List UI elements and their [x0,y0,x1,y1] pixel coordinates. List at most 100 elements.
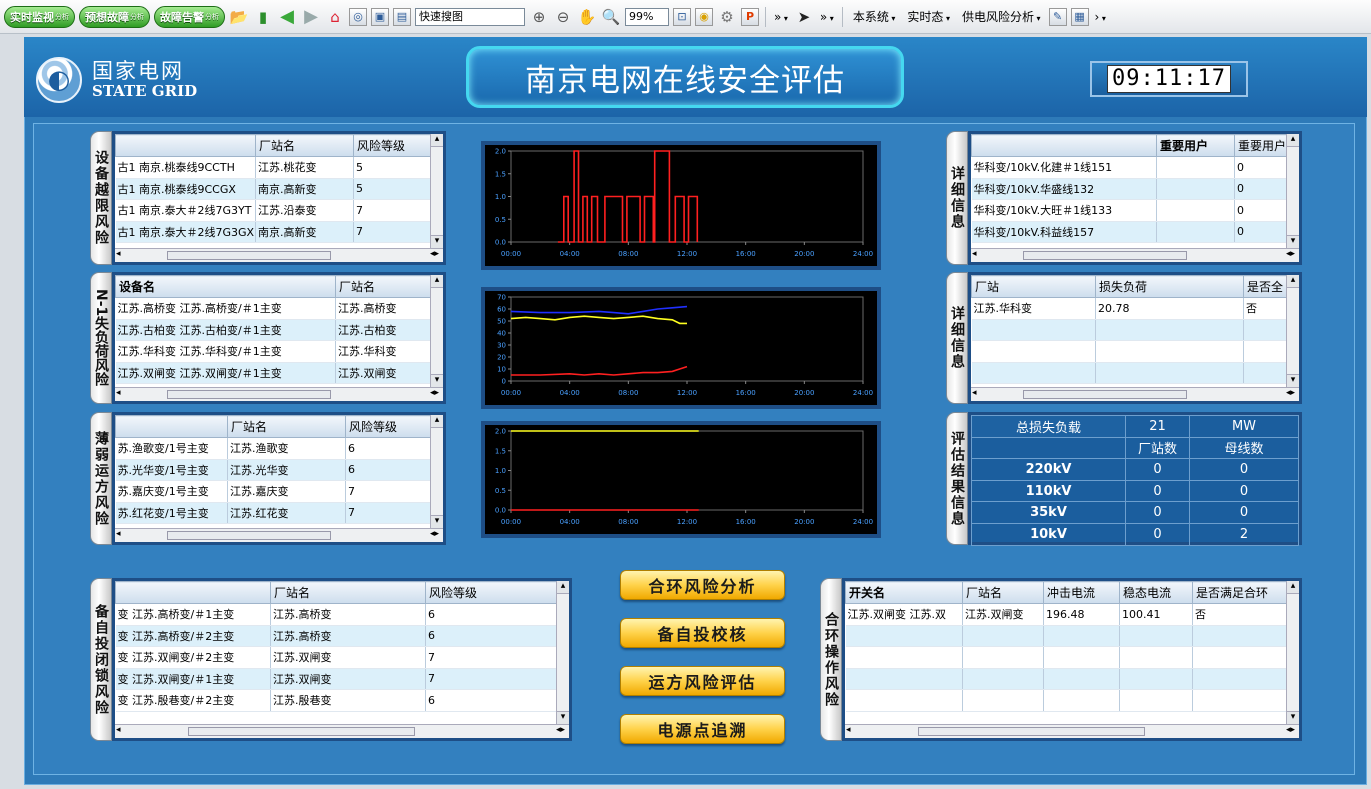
table-row[interactable]: 华科变/10kV.化建＃1线151 0 [971,156,1299,179]
table-row[interactable]: 华科变/10kV.大旺＃1线133 0 [971,199,1299,222]
table-row[interactable]: 苏.光华变/1号主变 江苏.光华变 6 [115,459,443,481]
table-row[interactable]: 古1 南京.桃泰线9CCGX 南京.高新变 5 [115,178,443,200]
col-header[interactable]: 风险等级 [425,581,569,604]
zoom-out-icon[interactable]: ⊖ [553,7,573,27]
print-p-icon[interactable]: P [741,7,759,26]
vertical-scrollbar[interactable] [1286,134,1299,248]
scroll-thumb[interactable] [167,531,332,540]
mode-risk-eval-button[interactable]: 运方风险评估 [620,666,785,696]
table-row[interactable] [845,646,1299,669]
refresh-icon[interactable]: ◎ [349,7,367,26]
settings-gear-icon[interactable]: ⚙ [717,7,737,27]
table-row[interactable]: 华科变/10kV.科益线157 0 [971,221,1299,243]
power-source-trace-button[interactable]: 电源点追溯 [620,714,785,744]
forward-arrow-icon[interactable]: ▶ [301,6,321,27]
table-row[interactable]: 变 江苏.双闸变/＃1主变 江苏.双闸变 7 [115,668,569,690]
table-row[interactable]: 古1 南京.泰大＃2线7G3GX 南京.高新变 7 [115,221,443,243]
vertical-scrollbar[interactable] [1286,275,1299,387]
loop-risk-analysis-button[interactable]: 合环风险分析 [620,570,785,600]
col-header[interactable] [971,134,1157,157]
table-row[interactable] [971,319,1299,341]
back-arrow-icon[interactable]: ◀ [277,6,297,27]
chart-icon[interactable]: ▦ [1070,7,1089,26]
scroll-thumb[interactable] [187,727,415,736]
table-row[interactable]: 江苏.高桥变 江苏.高桥变/＃1主变 江苏.高桥变 [115,297,443,320]
edit-icon[interactable]: ✎ [1048,7,1067,26]
col-header[interactable]: 厂站名 [270,581,426,604]
toolbar-more-right[interactable]: › [1093,10,1108,24]
pointer-icon[interactable]: ➤ [794,7,814,27]
magnifier-icon[interactable]: 🔍 [601,7,621,27]
table-row[interactable]: 江苏.双闸变 江苏.双闸变/＃1主变 江苏.双闸变 [115,362,443,384]
system-menu[interactable]: 本系统 [849,8,900,25]
zoom-level-input[interactable]: 99% [625,7,669,26]
horizontal-scrollbar[interactable] [115,724,569,738]
table-row[interactable]: 苏.嘉庆变/1号主变 江苏.嘉庆变 7 [115,480,443,503]
table-row[interactable]: 江苏.华科变 20.78 否 [971,297,1299,320]
analysis-menu[interactable]: 供电风险分析 [958,8,1045,25]
col-header[interactable]: 重要用户 [1156,134,1235,157]
home-icon[interactable]: ⌂ [325,7,345,27]
col-header[interactable]: 设备名 [115,275,336,298]
layers-icon[interactable]: ▤ [393,7,411,26]
col-header[interactable] [115,581,271,604]
table-row[interactable]: 江苏.双闸变 江苏.双 江苏.双闸变 196.48 100.41 否 [845,603,1299,626]
col-header[interactable]: 风险等级 [345,415,443,438]
scroll-thumb[interactable] [167,390,332,399]
table-row[interactable]: 变 江苏.高桥变/＃1主变 江苏.高桥变 6 [115,603,569,626]
quick-search-input[interactable]: 快速搜图 [415,7,525,26]
horizontal-scrollbar[interactable] [115,248,443,262]
col-header[interactable]: 稳态电流 [1119,581,1193,604]
table-row[interactable] [971,362,1299,384]
pan-hand-icon[interactable]: ✋ [577,7,597,27]
col-header[interactable] [115,415,228,438]
table-row[interactable] [971,340,1299,363]
col-header[interactable]: 厂站 [971,275,1096,298]
vertical-scrollbar[interactable] [430,134,443,248]
table-row[interactable] [845,668,1299,690]
table-row[interactable]: 苏.红花变/1号主变 江苏.红花变 7 [115,502,443,524]
toolbar-more-mid[interactable]: » [818,10,836,24]
table-row[interactable]: 变 江苏.殷巷变/＃2主变 江苏.殷巷变 6 [115,689,569,712]
col-header[interactable]: 冲击电流 [1043,581,1120,604]
horizontal-scrollbar[interactable] [115,528,443,542]
alarm-ring-icon[interactable]: ◉ [695,7,713,26]
fit-window-icon[interactable]: ⊡ [673,7,691,26]
image-icon[interactable]: ▣ [371,7,389,26]
horizontal-scrollbar[interactable] [845,724,1299,738]
horizontal-scrollbar[interactable] [971,248,1299,262]
col-header[interactable]: 厂站名 [227,415,346,438]
table-row[interactable] [845,689,1299,712]
open-folder-icon[interactable]: 📂 [229,7,249,27]
col-header[interactable]: 厂站名 [335,275,443,298]
realtime-monitor-button[interactable]: 实时监视 分析 [4,5,75,28]
scroll-thumb[interactable] [1023,251,1188,260]
state-menu[interactable]: 实时态 [903,8,954,25]
col-header[interactable]: 损失负荷 [1095,275,1244,298]
table-row[interactable]: 苏.渔歌变/1号主变 江苏.渔歌变 6 [115,437,443,460]
zoom-in-icon[interactable]: ⊕ [529,7,549,27]
vertical-scrollbar[interactable] [1286,581,1299,724]
table-row[interactable]: 华科变/10kV.华盛线132 0 [971,178,1299,200]
contingency-button[interactable]: 预想故障 分析 [79,5,150,28]
exit-door-icon[interactable]: ▮ [253,7,273,27]
table-row[interactable]: 变 江苏.高桥变/＃2主变 江苏.高桥变 6 [115,625,569,647]
table-row[interactable]: 古1 南京.泰大＃2线7G3YT 江苏.沿泰变 7 [115,199,443,222]
bzt-check-button[interactable]: 备自投校核 [620,618,785,648]
scroll-thumb[interactable] [167,251,332,260]
col-header[interactable]: 是否满足合环 [1192,581,1299,604]
col-header[interactable]: 厂站名 [255,134,354,157]
scroll-thumb[interactable] [1023,390,1188,399]
col-header[interactable] [115,134,256,157]
table-row[interactable]: 江苏.古柏变 江苏.古柏变/＃1主变 江苏.古柏变 [115,319,443,341]
vertical-scrollbar[interactable] [430,415,443,528]
horizontal-scrollbar[interactable] [971,387,1299,401]
horizontal-scrollbar[interactable] [115,387,443,401]
vertical-scrollbar[interactable] [430,275,443,387]
vertical-scrollbar[interactable] [556,581,569,724]
fault-alarm-button[interactable]: 故障告警 分析 [154,5,225,28]
col-header[interactable]: 厂站名 [962,581,1044,604]
col-header[interactable]: 开关名 [845,581,963,604]
table-row[interactable] [845,625,1299,647]
table-row[interactable]: 江苏.华科变 江苏.华科变/＃1主变 江苏.华科变 [115,340,443,363]
